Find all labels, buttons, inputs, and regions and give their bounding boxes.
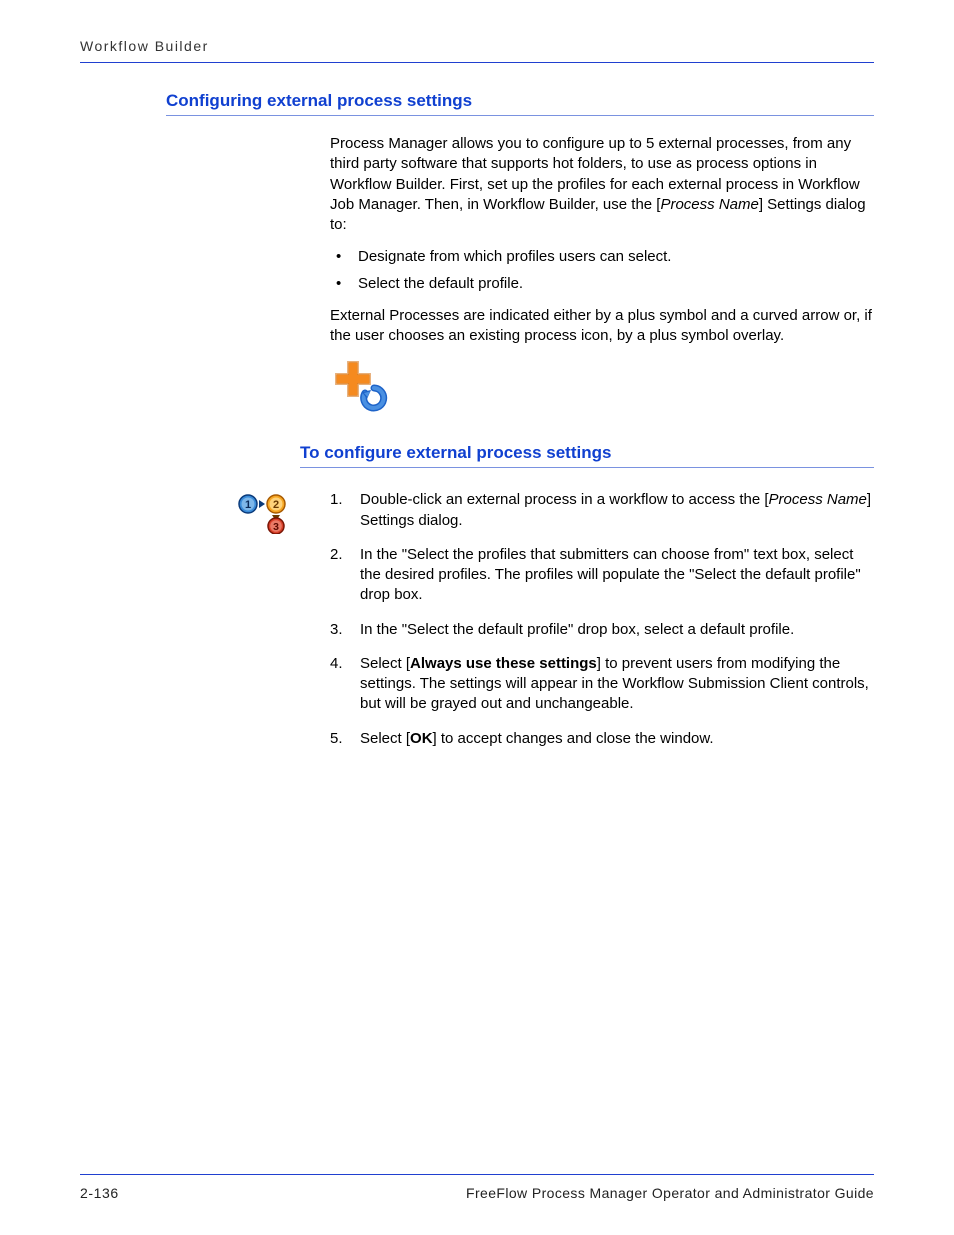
step-3: In the "Select the default profile" drop… (330, 620, 874, 640)
intro-paragraph: Process Manager allows you to configure … (330, 134, 874, 346)
section-heading-configuring: Configuring external process settings (166, 91, 874, 116)
external-process-icon-row (330, 360, 874, 417)
svg-text:3: 3 (273, 521, 279, 533)
step-4: Select [Always use these settings] to pr… (330, 654, 874, 715)
external-process-note: External Processes are indicated either … (330, 306, 874, 347)
step-5: Select [OK] to accept changes and close … (330, 729, 874, 749)
always-use-settings-bold: Always use these settings (410, 655, 597, 672)
step-2: In the "Select the profiles that submitt… (330, 545, 874, 606)
external-process-plus-refresh-icon (330, 360, 392, 412)
steps-list: Double-click an external process in a wo… (330, 490, 874, 749)
step-text: Select [ (360, 730, 410, 747)
step-1: Double-click an external process in a wo… (330, 490, 874, 531)
bullet-item: Designate from which profiles users can … (330, 247, 874, 267)
running-header: Workflow Builder (80, 38, 874, 63)
section-heading-to-configure: To configure external process settings (300, 443, 874, 468)
numbered-steps-icon: 1 2 3 (238, 494, 290, 540)
ok-bold: OK (410, 730, 433, 747)
process-name-emphasis: Process Name (769, 491, 867, 508)
step-text: Double-click an external process in a wo… (360, 491, 769, 508)
process-name-emphasis: Process Name (660, 196, 758, 213)
svg-text:1: 1 (245, 499, 251, 511)
step-text: Select [ (360, 655, 410, 672)
bullet-list: Designate from which profiles users can … (330, 247, 874, 294)
step-text: ] to accept changes and close the window… (433, 730, 714, 747)
page-footer: 2-136 FreeFlow Process Manager Operator … (80, 1174, 874, 1201)
book-title: FreeFlow Process Manager Operator and Ad… (466, 1185, 874, 1201)
svg-text:2: 2 (273, 499, 279, 511)
bullet-item: Select the default profile. (330, 274, 874, 294)
page-number: 2-136 (80, 1185, 119, 1201)
